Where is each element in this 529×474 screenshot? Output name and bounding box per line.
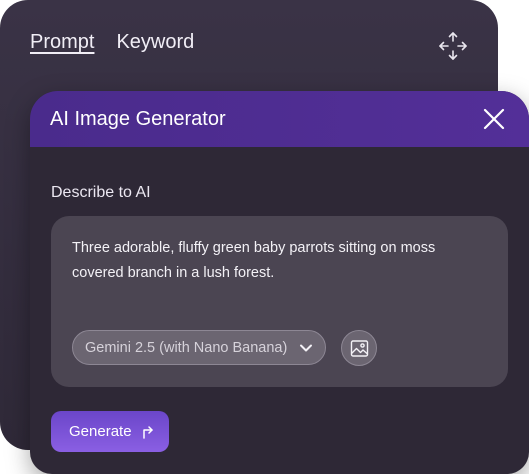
tab-prompt[interactable]: Prompt <box>30 28 94 56</box>
arrow-turn-up-right-icon <box>142 425 153 439</box>
model-select[interactable]: Gemini 2.5 (with Nano Banana) <box>72 330 326 365</box>
tab-keyword[interactable]: Keyword <box>116 28 194 56</box>
stage: Prompt Keyword AI Image Generator Descri… <box>0 0 529 474</box>
tab-bar: Prompt Keyword <box>30 28 194 56</box>
ai-image-generator-dialog: AI Image Generator Describe to AI Three … <box>30 91 529 474</box>
model-select-value: Gemini 2.5 (with Nano Banana) <box>85 339 288 356</box>
generate-label: Generate <box>69 423 132 440</box>
prompt-text[interactable]: Three adorable, fluffy green baby parrot… <box>72 236 482 286</box>
image-icon <box>350 340 369 357</box>
prompt-input[interactable]: Three adorable, fluffy green baby parrot… <box>51 216 508 387</box>
dialog-header: AI Image Generator <box>30 91 529 147</box>
move-arrows-icon[interactable] <box>437 30 469 62</box>
close-icon[interactable] <box>481 106 507 132</box>
dialog-title: AI Image Generator <box>50 108 226 130</box>
generate-button[interactable]: Generate <box>51 411 169 452</box>
chevron-down-icon <box>300 344 312 352</box>
add-image-button[interactable] <box>341 330 377 366</box>
describe-label: Describe to AI <box>51 184 151 201</box>
